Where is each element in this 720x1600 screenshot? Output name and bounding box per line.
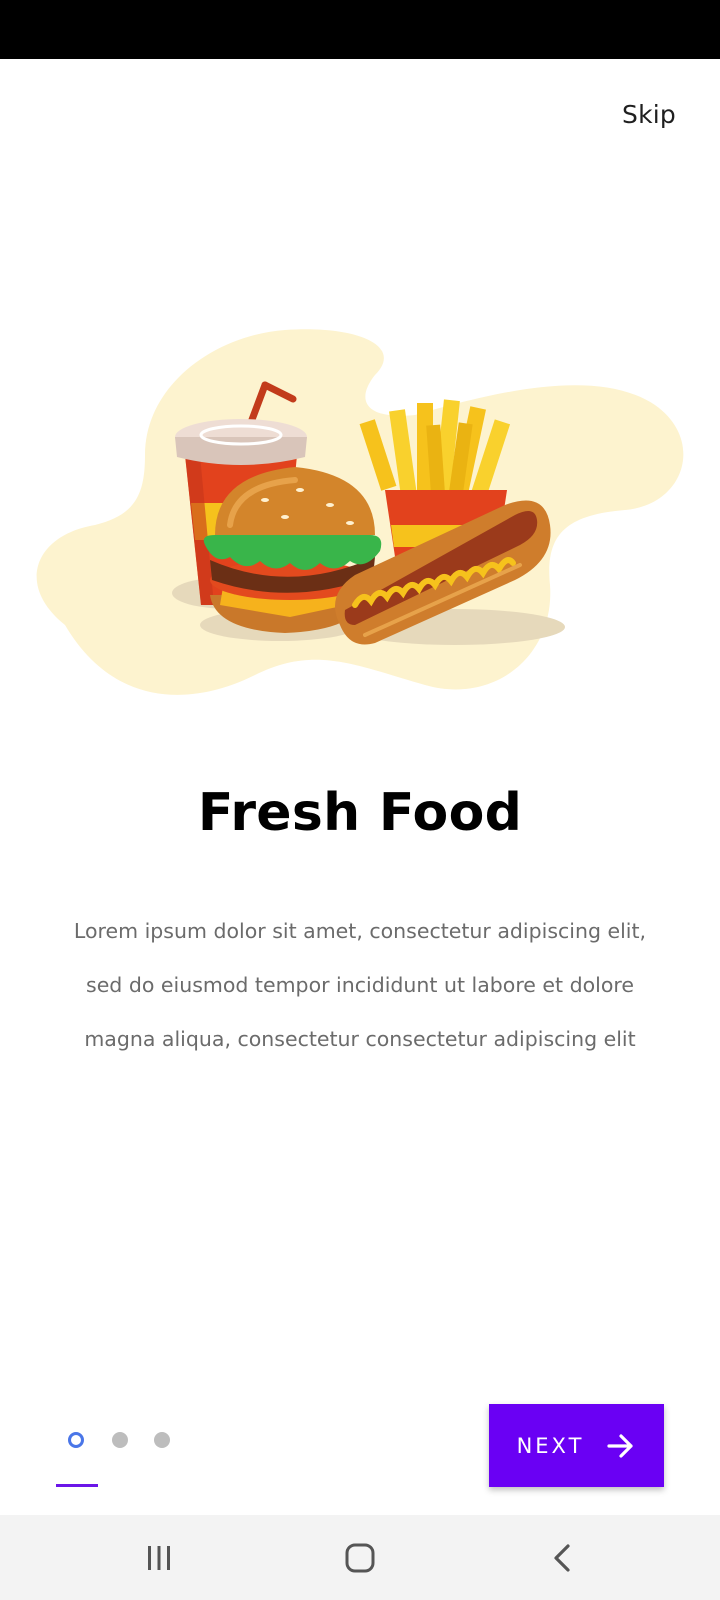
home-button[interactable]: [300, 1515, 420, 1600]
page-dot-2[interactable]: [112, 1432, 128, 1448]
arrow-right-icon: [607, 1433, 634, 1458]
recent-apps-icon: [148, 1545, 170, 1570]
home-icon: [345, 1543, 375, 1572]
recent-apps-button[interactable]: [99, 1515, 219, 1600]
back-button[interactable]: [502, 1515, 622, 1600]
next-button[interactable]: NEXT: [489, 1404, 664, 1487]
status-bar: [0, 0, 720, 59]
system-navigation-bar: [0, 1515, 720, 1600]
skip-button[interactable]: Skip: [622, 100, 676, 129]
fast-food-illustration: [36, 329, 684, 695]
page-dot-3[interactable]: [154, 1432, 170, 1448]
slide-title: Fresh Food: [197, 783, 523, 843]
page-dot-1[interactable]: [68, 1432, 84, 1448]
slide-description: Lorem ipsum dolor sit amet, consectetur …: [73, 919, 647, 1051]
next-button-label: NEXT: [516, 1433, 585, 1458]
active-page-underline: [56, 1484, 98, 1487]
back-icon: [554, 1543, 570, 1572]
